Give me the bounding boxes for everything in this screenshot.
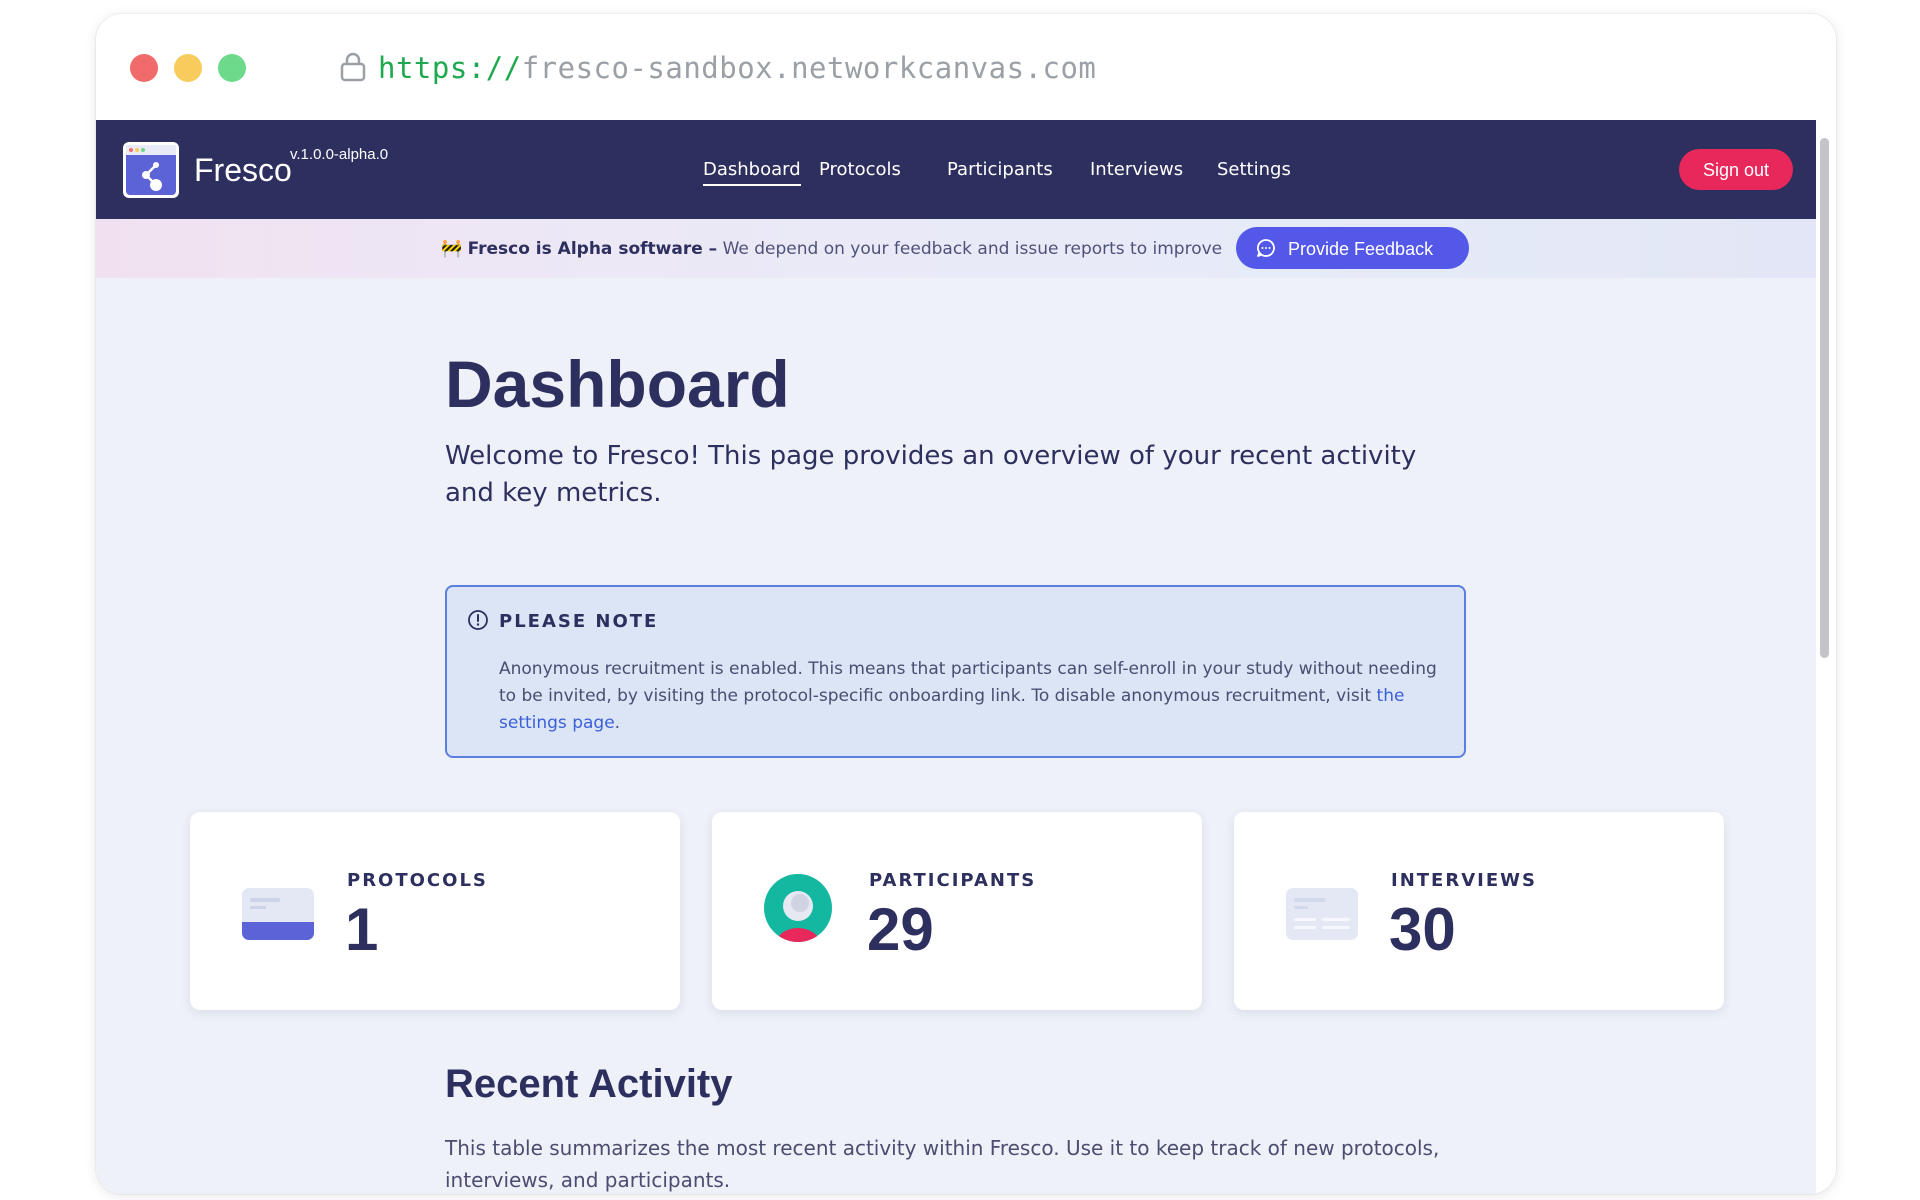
stats-summary: PROTOCOLS 1 PARTICIPANTS 29 INTERVIEWS 3… [190, 812, 1724, 1010]
recent-activity-title: Recent Activity [445, 1062, 733, 1106]
interview-card-icon [1286, 888, 1358, 940]
construction-icon: 🚧 [441, 239, 463, 259]
alpha-banner: 🚧 Fresco is Alpha software – We depend o… [96, 219, 1816, 278]
browser-window: https://fresco-sandbox.networkcanvas.com [96, 14, 1836, 1194]
lock-icon [340, 52, 366, 82]
close-window-button[interactable] [130, 54, 158, 82]
anonymous-recruitment-note: PLEASE NOTE Anonymous recruitment is ena… [445, 585, 1466, 758]
sign-out-button[interactable]: Sign out [1679, 149, 1793, 190]
interviews-stat-card[interactable]: INTERVIEWS 30 [1234, 812, 1724, 1010]
page-viewport: Fresco v.1.0.0-alpha.0 Dashboard Protoco… [96, 120, 1816, 1194]
browser-titlebar: https://fresco-sandbox.networkcanvas.com [96, 14, 1836, 120]
participants-label: PARTICIPANTS [869, 870, 1037, 891]
top-navbar: Fresco v.1.0.0-alpha.0 Dashboard Protoco… [96, 120, 1816, 219]
protocols-label: PROTOCOLS [347, 870, 488, 891]
note-body: Anonymous recruitment is enabled. This m… [499, 656, 1449, 737]
provide-feedback-label: Provide Feedback [1288, 239, 1434, 259]
interviews-count: 30 [1389, 896, 1456, 963]
note-end: . [614, 713, 621, 733]
nav-link-settings[interactable]: Settings [1217, 158, 1291, 182]
nav-link-interviews[interactable]: Interviews [1090, 158, 1183, 182]
chat-bubble-icon [1257, 239, 1275, 257]
page-intro: Welcome to Fresco! This page provides an… [445, 441, 1417, 508]
maximize-window-button[interactable] [218, 54, 246, 82]
note-text: Anonymous recruitment is enabled. This m… [499, 659, 1437, 706]
note-title: PLEASE NOTE [499, 611, 659, 632]
info-circle-icon [468, 610, 488, 630]
url-host: fresco-sandbox.networkcanvas.com [521, 51, 1097, 85]
feedback-message: We depend on your feedback and issue rep… [722, 239, 1223, 259]
participants-stat-card[interactable]: PARTICIPANTS 29 [712, 812, 1202, 1010]
url-scheme: https:// [378, 51, 522, 85]
page-scrollbar[interactable] [1816, 120, 1832, 1194]
interviews-label: INTERVIEWS [1391, 870, 1537, 891]
alpha-banner-text: 🚧 Fresco is Alpha software – We depend o… [441, 237, 1222, 261]
participants-count: 29 [867, 896, 934, 963]
provide-feedback-button[interactable]: Provide Feedback [1236, 227, 1469, 269]
nav-link-dashboard[interactable]: Dashboard [703, 158, 801, 186]
nav-link-participants[interactable]: Participants [947, 158, 1053, 182]
recent-activity-description: This table summarizes the most recent ac… [445, 1136, 1440, 1192]
scrollbar-thumb[interactable] [1820, 138, 1829, 658]
main-nav: Dashboard Protocols Participants Intervi… [96, 158, 1816, 188]
minimize-window-button[interactable] [174, 54, 202, 82]
page-title: Dashboard [445, 347, 790, 421]
protocols-stat-card[interactable]: PROTOCOLS 1 [190, 812, 680, 1010]
protocols-count: 1 [345, 896, 379, 963]
protocol-card-icon [242, 888, 314, 940]
nav-link-protocols[interactable]: Protocols [819, 158, 901, 182]
address-bar[interactable]: https://fresco-sandbox.networkcanvas.com [378, 48, 1096, 88]
participant-avatar-icon [764, 874, 832, 942]
alpha-notice: Fresco is Alpha software – [467, 239, 718, 259]
